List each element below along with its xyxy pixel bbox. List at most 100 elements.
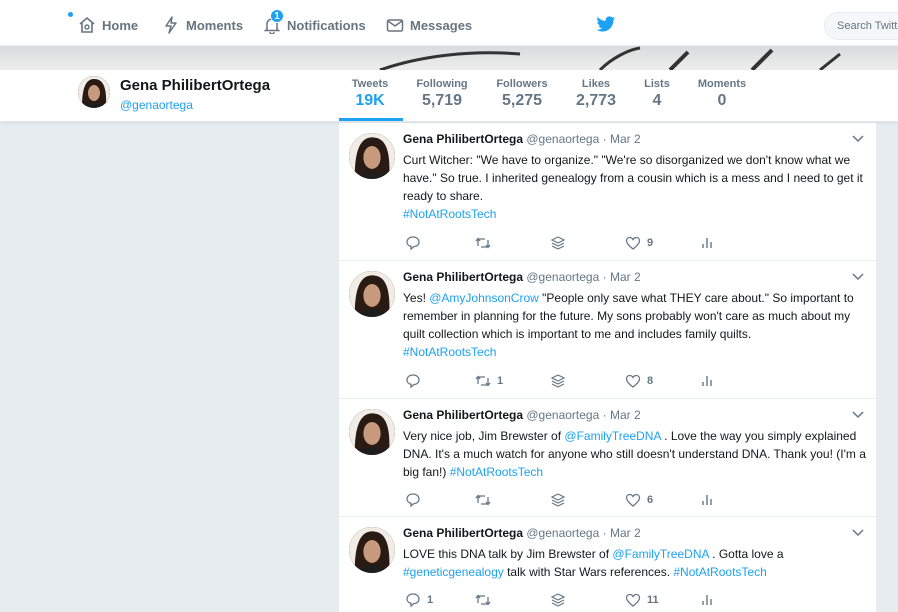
tweet-meta[interactable]: @genaortega · Mar 2 xyxy=(526,526,640,540)
tweet-actions: 9 xyxy=(403,234,763,252)
tweet-header: Gena PhilibertOrtega @genaortega · Mar 2 xyxy=(403,526,641,540)
heart-icon xyxy=(625,236,641,250)
tweet[interactable]: Gena PhilibertOrtega @genaortega · Mar 2… xyxy=(339,517,876,612)
reply-icon xyxy=(406,374,420,389)
mention-link[interactable]: @FamilyTreeDNA xyxy=(564,429,660,443)
stat-label: Moments xyxy=(697,78,747,90)
stack-button[interactable] xyxy=(550,591,566,609)
avatar[interactable] xyxy=(349,527,395,573)
nav-moments[interactable]: Moments xyxy=(162,14,243,36)
stat-followers[interactable]: Followers 5,275 xyxy=(493,78,551,110)
hashtag-link[interactable]: #geneticgenealogy xyxy=(403,565,504,579)
analytics-icon xyxy=(702,238,712,248)
retweet-button[interactable] xyxy=(475,591,497,609)
like-button[interactable]: 6 xyxy=(625,491,653,509)
tweet-text: Very nice job, Jim Brewster of @FamilyTr… xyxy=(403,427,869,481)
envelope-icon xyxy=(386,19,404,32)
stack-button[interactable] xyxy=(550,372,566,390)
stat-label: Likes xyxy=(581,78,611,90)
stack-icon xyxy=(550,236,566,250)
retweet-button[interactable] xyxy=(475,234,497,252)
tweet-text-part: Very nice job, Jim Brewster of xyxy=(403,429,565,443)
profile-navigation-bar: Gena PhilibertOrtega @genaortega Tweets … xyxy=(0,70,898,122)
analytics-button[interactable] xyxy=(699,591,715,609)
stat-likes[interactable]: Likes 2,773 xyxy=(572,78,620,110)
reply-button[interactable]: 1 xyxy=(405,591,433,609)
like-button[interactable]: 8 xyxy=(625,372,653,390)
tweet-text-part: Yes! xyxy=(403,291,430,305)
tweet-author-name[interactable]: Gena PhilibertOrtega xyxy=(403,132,523,146)
tweet-author-name[interactable]: Gena PhilibertOrtega xyxy=(403,408,523,422)
retweet-icon xyxy=(475,594,491,606)
like-button[interactable]: 11 xyxy=(625,591,659,609)
new-content-dot xyxy=(68,12,73,17)
tweet-meta[interactable]: @genaortega · Mar 2 xyxy=(526,132,640,146)
reply-button[interactable] xyxy=(405,234,427,252)
analytics-button[interactable] xyxy=(699,372,715,390)
like-button[interactable]: 9 xyxy=(625,234,653,252)
hashtag-link[interactable]: #NotAtRootsTech xyxy=(403,207,496,221)
header-banner-image xyxy=(0,46,898,70)
stack-button[interactable] xyxy=(550,491,566,509)
reply-button[interactable] xyxy=(405,491,427,509)
avatar[interactable] xyxy=(349,133,395,179)
analytics-button[interactable] xyxy=(699,491,715,509)
retweet-icon xyxy=(475,494,491,506)
mention-link[interactable]: @AmyJohnsonCrow xyxy=(429,291,539,305)
tweet-header: Gena PhilibertOrtega @genaortega · Mar 2 xyxy=(403,270,641,284)
retweet-button[interactable]: 1 xyxy=(475,372,503,390)
profile-handle[interactable]: @genaortega xyxy=(120,98,193,112)
chevron-down-icon[interactable] xyxy=(852,529,864,537)
avatar[interactable] xyxy=(349,271,395,317)
nav-messages-label: Messages xyxy=(410,17,473,33)
reply-icon xyxy=(406,236,420,251)
chevron-down-icon[interactable] xyxy=(852,135,864,143)
hashtag-link[interactable]: #NotAtRootsTech xyxy=(450,465,543,479)
search-input[interactable]: Search Twitter xyxy=(824,12,898,40)
tweet[interactable]: Gena PhilibertOrtega @genaortega · Mar 2… xyxy=(339,123,876,261)
stack-button[interactable] xyxy=(550,234,566,252)
stat-moments[interactable]: Moments 0 xyxy=(694,78,750,110)
tweet-author-name[interactable]: Gena PhilibertOrtega xyxy=(403,526,523,540)
tweet-meta[interactable]: @genaortega · Mar 2 xyxy=(526,408,640,422)
chevron-down-icon[interactable] xyxy=(852,411,864,419)
avatar[interactable] xyxy=(349,409,395,455)
nav-notifications-label: Notifications xyxy=(287,17,366,33)
twitter-bird-icon[interactable] xyxy=(596,16,616,33)
tweet-text-part: LOVE this DNA talk by Jim Brewster of xyxy=(403,547,613,561)
tweet-meta[interactable]: @genaortega · Mar 2 xyxy=(526,270,640,284)
hashtag-link[interactable]: #NotAtRootsTech xyxy=(403,345,496,359)
tweet-text-part: Curt Witcher: "We have to organize." "We… xyxy=(403,153,863,203)
stat-lists[interactable]: Lists 4 xyxy=(640,78,674,110)
nav-moments-label: Moments xyxy=(186,17,244,33)
chevron-down-icon[interactable] xyxy=(852,273,864,281)
retweet-icon xyxy=(475,237,491,249)
analytics-icon xyxy=(702,495,712,505)
reply-button[interactable] xyxy=(405,372,427,390)
heart-icon xyxy=(625,493,641,507)
stat-value: 4 xyxy=(652,92,662,109)
avatar[interactable] xyxy=(78,76,110,108)
tweet[interactable]: Gena PhilibertOrtega @genaortega · Mar 2… xyxy=(339,399,876,517)
nav-messages[interactable]: Messages xyxy=(386,14,472,36)
tweet-header: Gena PhilibertOrtega @genaortega · Mar 2 xyxy=(403,408,641,422)
stack-icon xyxy=(550,374,566,388)
nav-home-label: Home xyxy=(102,17,139,33)
hashtag-link[interactable]: #NotAtRootsTech xyxy=(673,565,766,579)
nav-home[interactable]: Home xyxy=(78,14,138,36)
tweet[interactable]: Gena PhilibertOrtega @genaortega · Mar 2… xyxy=(339,261,876,399)
retweet-icon xyxy=(475,375,491,387)
tweet-author-name[interactable]: Gena PhilibertOrtega xyxy=(403,270,523,284)
home-icon xyxy=(79,16,95,33)
stat-tweets[interactable]: Tweets 19K xyxy=(350,78,390,110)
heart-icon xyxy=(625,374,641,388)
retweet-button[interactable] xyxy=(475,491,497,509)
heart-icon xyxy=(625,593,641,607)
tweet-text: LOVE this DNA talk by Jim Brewster of @F… xyxy=(403,545,869,581)
retweet-count: 1 xyxy=(497,375,504,387)
tweet-actions: 1 8 xyxy=(403,372,763,390)
mention-link[interactable]: @FamilyTreeDNA xyxy=(612,547,708,561)
stat-following[interactable]: Following 5,719 xyxy=(413,78,471,110)
lightning-icon xyxy=(165,16,177,34)
analytics-button[interactable] xyxy=(699,234,715,252)
